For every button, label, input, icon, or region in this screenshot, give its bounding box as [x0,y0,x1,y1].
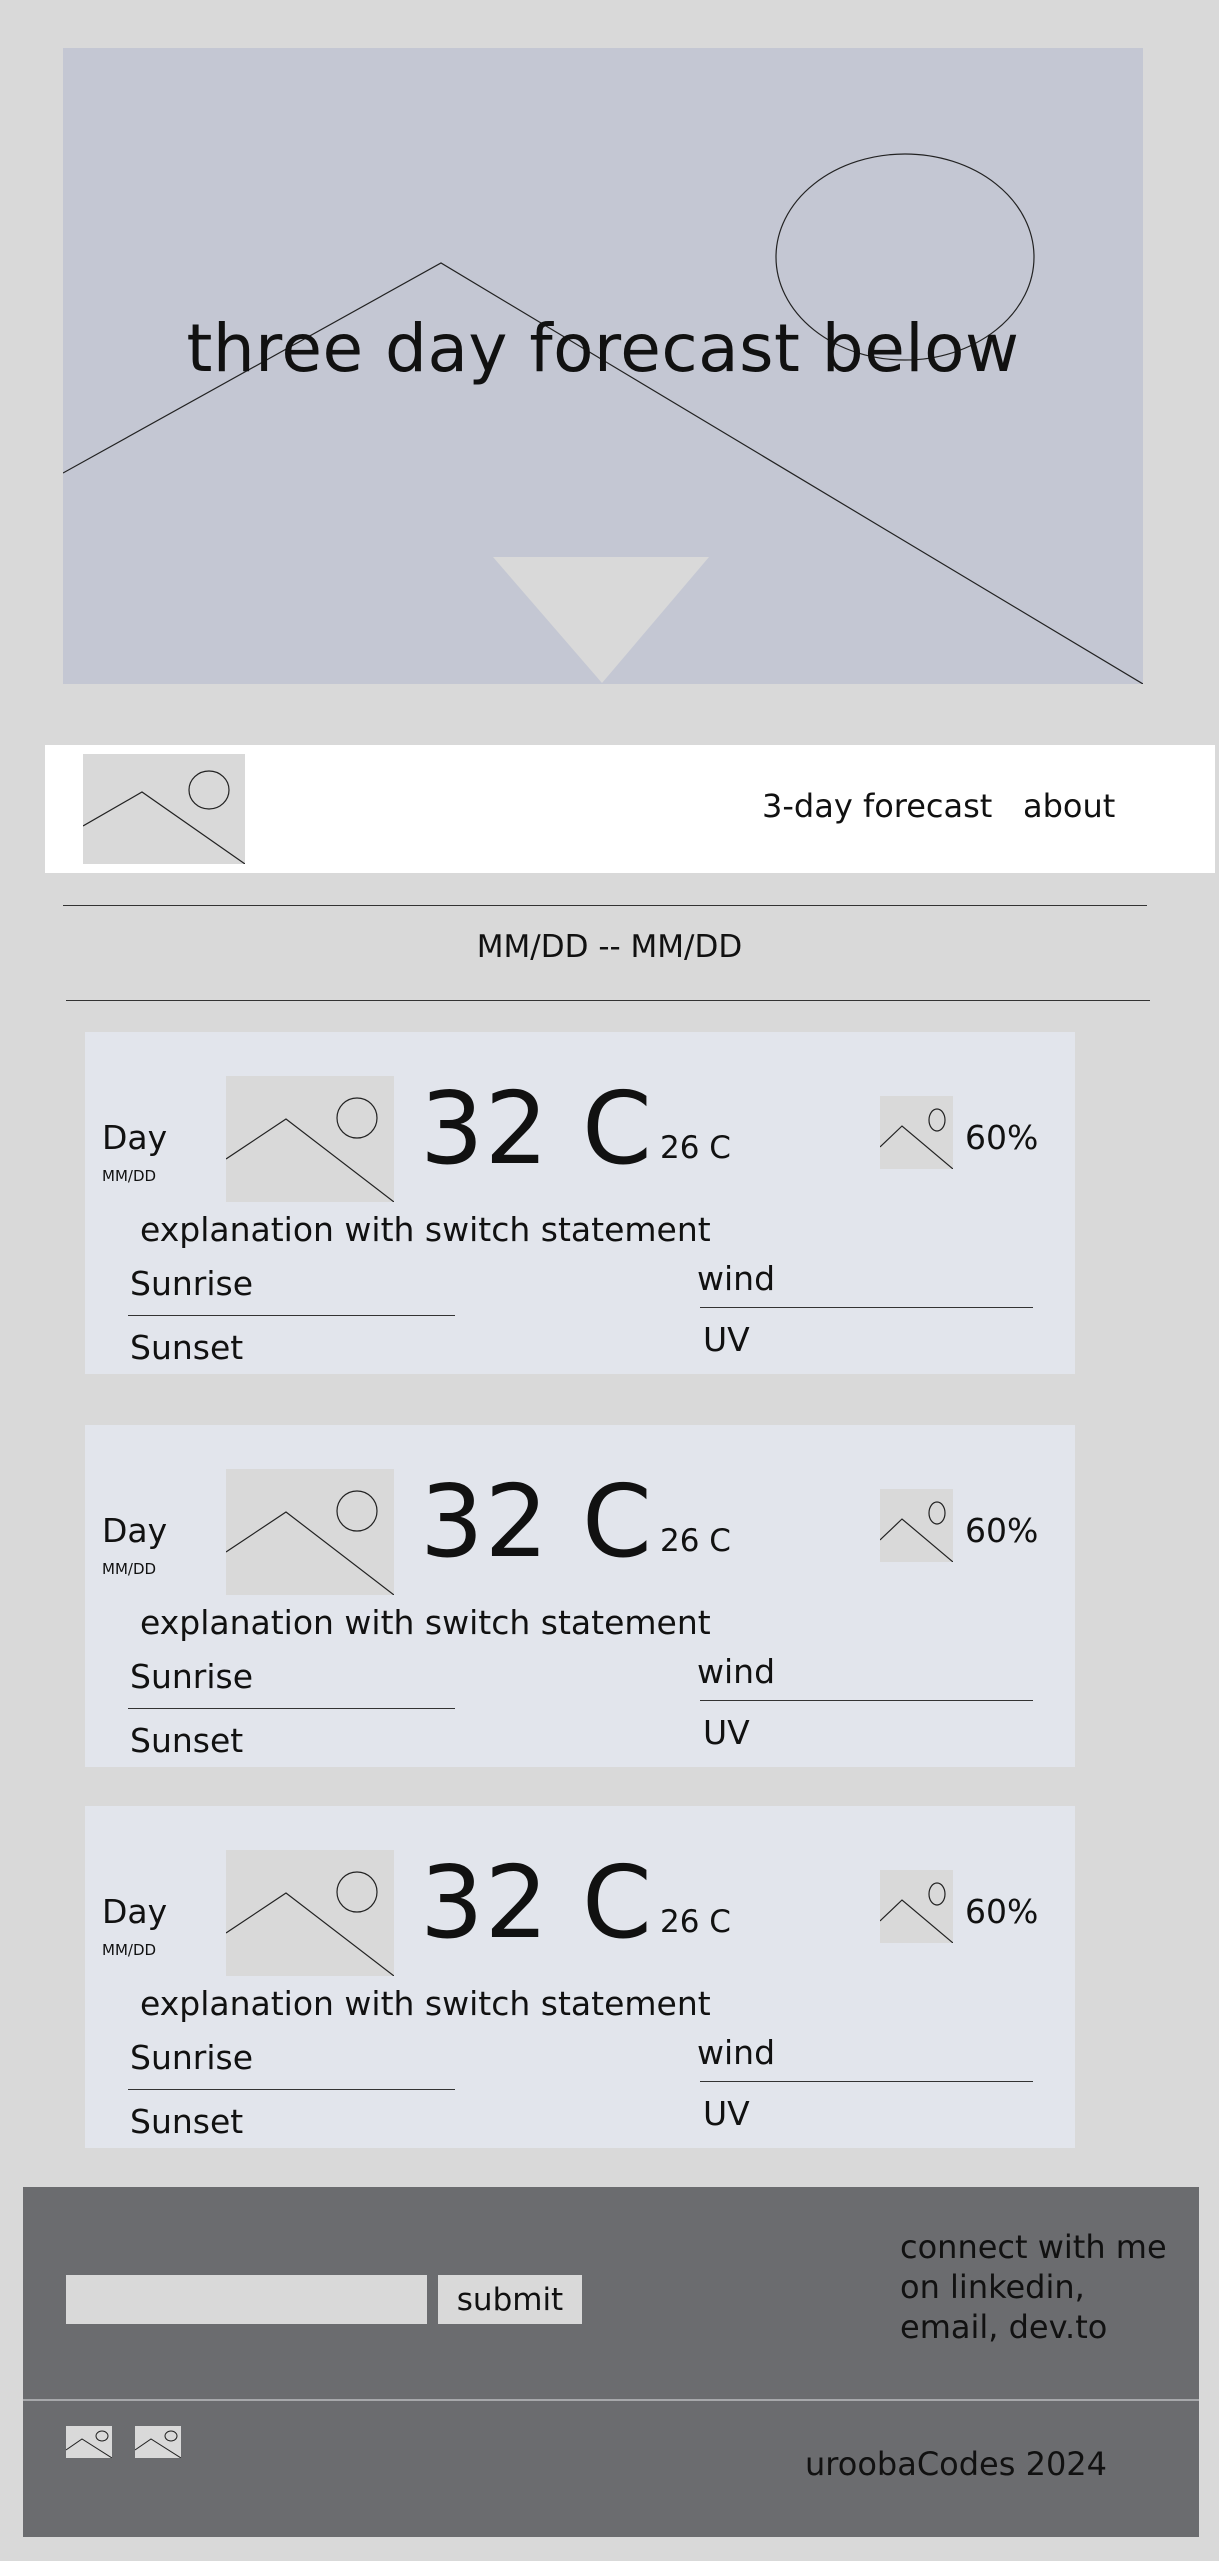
sunrise-label: Sunrise [130,2038,254,2077]
weather-image [226,1850,394,1976]
high-temperature: 32 C [420,1463,653,1580]
connect-text: connect with me on linkedin, email, dev.… [900,2227,1167,2347]
sunset-label: Sunset [130,1328,244,1367]
weather-explanation: explanation with switch statement [140,1603,711,1642]
weather-image [226,1469,394,1595]
submit-button[interactable]: submit [438,2275,582,2324]
image-placeholder-icon [226,1490,394,1595]
nav-link-3-day-forecast[interactable]: 3-day forecast [762,787,992,825]
email-field[interactable] [66,2275,427,2324]
forecast-card: Day MM/DD 32 C 26 C 60% explanation with… [85,1806,1075,2148]
footer-bottom: uroobaCodes 2024 [23,2401,1199,2537]
weather-explanation: explanation with switch statement [140,1984,711,2023]
image-placeholder-icon [880,1882,953,1943]
rain-chance: 60% [965,1892,1039,1931]
rain-image [880,1096,953,1169]
uv-label: UV [703,1320,750,1359]
divider [700,1307,1033,1308]
divider [128,1315,455,1316]
navigation-bar: 3-day forecast about [45,745,1215,873]
uv-label: UV [703,1713,750,1752]
date-label: MM/DD [102,1941,157,1959]
image-placeholder-icon [83,770,245,864]
uv-label: UV [703,2094,750,2133]
footer-subscribe: submit connect with me on linkedin, emai… [23,2187,1199,2399]
day-label: Day [102,1892,168,1931]
image-placeholder-icon [135,2430,181,2458]
low-temperature: 26 C [660,1523,731,1559]
social-link[interactable] [135,2426,181,2458]
sunrise-label: Sunrise [130,1657,254,1696]
image-placeholder-icon [880,1501,953,1562]
sunset-label: Sunset [130,1721,244,1760]
divider [700,2081,1033,2082]
divider [128,2089,455,2090]
image-placeholder-icon [66,2430,112,2458]
rain-chance: 60% [965,1511,1039,1550]
wind-label: wind [697,1652,776,1691]
low-temperature: 26 C [660,1904,731,1940]
wind-label: wind [697,1259,776,1298]
connect-line: connect with me [900,2228,1167,2266]
social-link[interactable] [66,2426,112,2458]
forecast-card: Day MM/DD 32 C 26 C 60% explanation with… [85,1032,1075,1374]
hero-banner: three day forecast below [63,48,1143,684]
hero-title: three day forecast below [186,310,1020,387]
weather-image [226,1076,394,1202]
image-placeholder-icon [880,1108,953,1169]
image-placeholder-icon [226,1097,394,1202]
image-placeholder-icon [226,1871,394,1976]
divider [128,1708,455,1709]
rain-chance: 60% [965,1118,1039,1157]
high-temperature: 32 C [420,1844,653,1961]
date-label: MM/DD [102,1167,157,1185]
rain-image [880,1870,953,1943]
divider [66,1000,1150,1001]
connect-line: email, dev.to [900,2308,1108,2346]
divider [63,905,1147,906]
connect-line: on linkedin, [900,2268,1085,2306]
date-range: MM/DD -- MM/DD [476,929,743,965]
sunrise-label: Sunrise [130,1264,254,1303]
copyright-text: uroobaCodes 2024 [805,2445,1108,2483]
logo[interactable] [83,754,245,864]
day-label: Day [102,1118,168,1157]
date-label: MM/DD [102,1560,157,1578]
sunset-label: Sunset [130,2102,244,2141]
wind-label: wind [697,2033,776,2072]
nav-link-about[interactable]: about [1023,787,1115,825]
day-label: Day [102,1511,168,1550]
weather-explanation: explanation with switch statement [140,1210,711,1249]
high-temperature: 32 C [420,1070,653,1187]
rain-image [880,1489,953,1562]
forecast-card: Day MM/DD 32 C 26 C 60% explanation with… [85,1425,1075,1767]
low-temperature: 26 C [660,1130,731,1166]
divider [700,1700,1033,1701]
